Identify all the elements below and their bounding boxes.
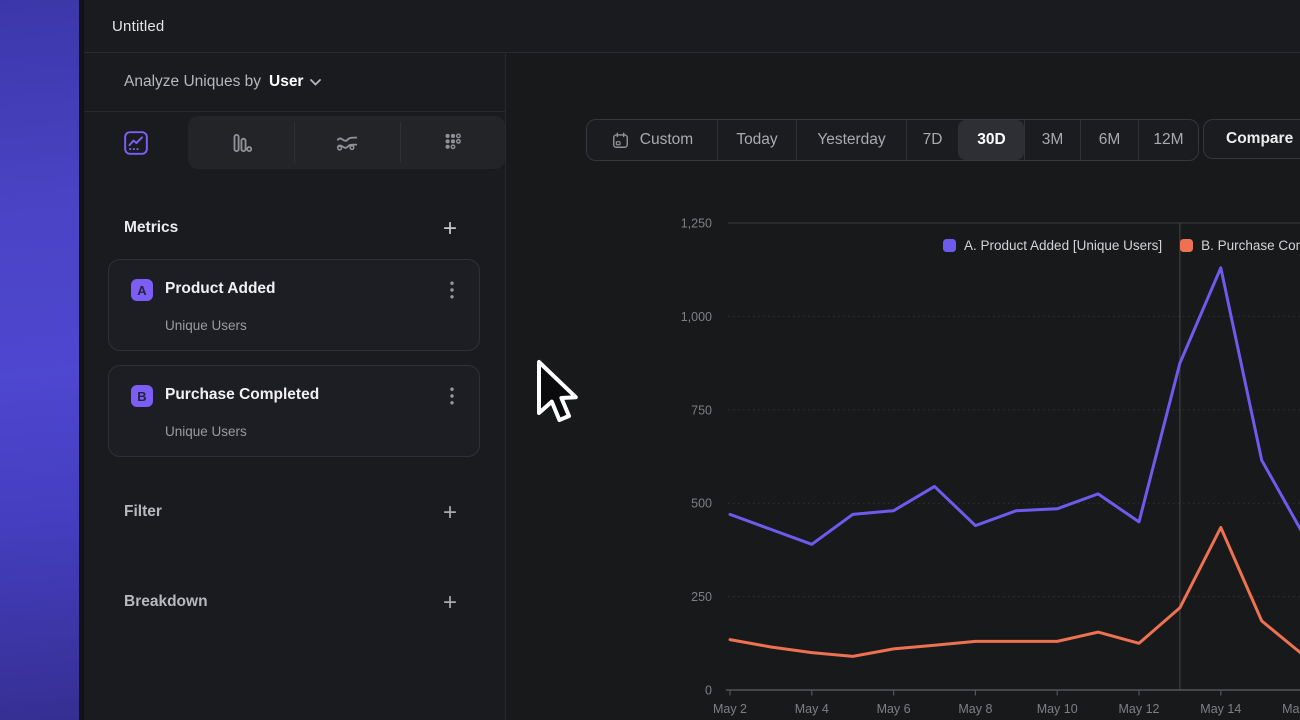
y-axis-label: 1,000 (681, 310, 712, 324)
report-type-tabs (84, 116, 505, 169)
legend-label-b: B. Purchase Completed [Unique Users] (1201, 238, 1300, 253)
range-7d[interactable]: 7D (906, 120, 958, 160)
range-label: Custom (640, 131, 693, 149)
range-today[interactable]: Today (717, 120, 796, 160)
kebab-icon (450, 387, 454, 405)
x-axis-label: May 10 (1037, 702, 1078, 716)
add-filter-button[interactable]: + (437, 500, 463, 526)
add-metric-button[interactable]: + (437, 216, 463, 242)
x-axis-label: May 2 (713, 702, 747, 716)
y-axis-label: 0 (705, 684, 712, 698)
add-breakdown-button[interactable]: + (437, 590, 463, 616)
tab-insights[interactable] (84, 116, 188, 169)
breakdown-heading: Breakdown (124, 593, 208, 611)
range-3m[interactable]: 3M (1024, 120, 1080, 160)
analyze-entity-value: User (269, 73, 303, 91)
kebab-icon (450, 281, 454, 299)
calendar-icon (611, 131, 630, 150)
dots-grid-icon (440, 130, 466, 156)
compare-button[interactable]: Compare (1203, 119, 1300, 159)
chart-legend: A. Product Added [Unique Users] B. Purch… (943, 238, 1300, 253)
range-custom[interactable]: Custom (587, 120, 717, 160)
titlebar: Untitled (84, 0, 1300, 53)
date-range-control: Custom Today Yesterday 7D 30D 3M 6M 12M (586, 119, 1199, 161)
filter-heading: Filter (124, 503, 162, 521)
metric-badge-a: A (131, 279, 153, 301)
line-chart-icon (123, 130, 149, 156)
x-axis-label: May 6 (877, 702, 911, 716)
y-axis-label: 750 (691, 403, 712, 417)
x-axis-label: May 8 (958, 702, 992, 716)
x-axis-label: May 4 (795, 702, 829, 716)
app-window: Untitled Analyze Uniques by User (84, 0, 1300, 720)
sidebar: Analyze Uniques by User (84, 53, 506, 720)
tab-flows[interactable] (294, 116, 400, 169)
report-title: Untitled (112, 18, 164, 35)
range-6m[interactable]: 6M (1080, 120, 1138, 160)
flows-icon (334, 130, 360, 156)
series-line-b (730, 528, 1300, 657)
metric-card-a[interactable]: A Product Added Unique Users (108, 259, 480, 351)
background-gradient-strip (0, 0, 82, 720)
metrics-heading: Metrics (124, 219, 178, 237)
tab-funnels[interactable] (188, 116, 294, 169)
y-axis-label: 1,250 (681, 217, 712, 231)
range-12m[interactable]: 12M (1138, 120, 1198, 160)
legend-item-a[interactable]: A. Product Added [Unique Users] (943, 238, 1162, 253)
y-axis-label: 500 (691, 497, 712, 511)
metric-options-button[interactable] (441, 278, 463, 302)
legend-item-b[interactable]: B. Purchase Completed [Unique Users] (1180, 238, 1300, 253)
funnel-bars-icon (228, 130, 254, 156)
x-axis-label: May 16 (1282, 702, 1300, 716)
metric-title: Purchase Completed (165, 386, 319, 404)
analyze-entity-selector[interactable]: User (269, 73, 321, 91)
analyze-row: Analyze Uniques by User (84, 53, 505, 112)
tab-retention[interactable] (400, 116, 505, 169)
legend-label-a: A. Product Added [Unique Users] (964, 238, 1162, 253)
legend-swatch-a (943, 239, 956, 252)
x-axis-label: May 14 (1200, 702, 1241, 716)
screen: { "window": { "title": "Untitled" }, "si… (0, 0, 1300, 720)
analyze-prefix-label: Analyze Uniques by (124, 73, 261, 91)
legend-swatch-b (1180, 239, 1193, 252)
metric-badge-b: B (131, 385, 153, 407)
metric-subtitle: Unique Users (165, 424, 247, 439)
range-yesterday[interactable]: Yesterday (796, 120, 906, 160)
x-axis-label: May 12 (1119, 702, 1160, 716)
metric-subtitle: Unique Users (165, 318, 247, 333)
chevron-down-icon (310, 79, 321, 86)
chart-panel: 0 250 500 750 1,000 1,250 May 2 May 4 May 6 May 8… (506, 53, 1300, 720)
y-axis-label: 250 (691, 590, 712, 604)
metric-options-button[interactable] (441, 384, 463, 408)
metric-title: Product Added (165, 280, 276, 298)
range-30d[interactable]: 30D (958, 120, 1024, 160)
metric-card-b[interactable]: B Purchase Completed Unique Users (108, 365, 480, 457)
